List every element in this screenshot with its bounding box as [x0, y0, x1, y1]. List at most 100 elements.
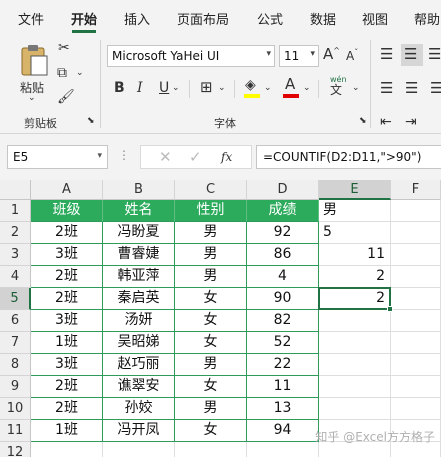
formula-input[interactable]: =COUNTIF(D2:D11,">90")	[256, 145, 441, 169]
table-cell[interactable]: 男	[175, 222, 247, 244]
name-box[interactable]: E5 ▾	[7, 145, 108, 169]
tab-help[interactable]: 帮助	[414, 9, 440, 28]
grid-cell[interactable]	[391, 288, 441, 310]
table-cell[interactable]: 女	[175, 332, 247, 354]
table-cell[interactable]: 韩亚萍	[103, 266, 175, 288]
row-header-8[interactable]: 8	[0, 354, 31, 376]
table-header-cell[interactable]: 成绩	[247, 200, 319, 222]
grid-cell[interactable]	[319, 332, 391, 354]
grid-cell[interactable]	[391, 398, 441, 420]
align-top-icon[interactable]: ☰	[380, 47, 393, 62]
column-header-c[interactable]: C	[175, 180, 247, 200]
table-cell[interactable]: 男	[175, 354, 247, 376]
table-cell[interactable]: 22	[247, 354, 319, 376]
decrease-indent-icon[interactable]: ⇤	[380, 115, 392, 129]
row-header-2[interactable]: 2	[0, 222, 31, 244]
chevron-down-icon[interactable]: ⌄	[218, 84, 226, 93]
grid-cell[interactable]	[391, 200, 441, 222]
grid-cell[interactable]	[319, 376, 391, 398]
table-cell[interactable]: 秦启英	[103, 288, 175, 310]
phonetic-guide-icon[interactable]: wén 文	[330, 76, 347, 97]
table-cell[interactable]: 赵巧丽	[103, 354, 175, 376]
chevron-down-icon[interactable]: ⌄	[172, 84, 180, 93]
font-color-icon[interactable]: A	[285, 77, 295, 92]
column-header-d[interactable]: D	[247, 180, 319, 200]
grid-cell[interactable]	[319, 354, 391, 376]
column-e-cell[interactable]: 男	[319, 200, 391, 222]
table-cell[interactable]: 52	[247, 332, 319, 354]
table-cell[interactable]: 女	[175, 420, 247, 442]
row-header-9[interactable]: 9	[0, 376, 31, 398]
shrink-font-icon[interactable]: Aˇ	[346, 49, 358, 63]
align-right-icon[interactable]: ☰	[430, 81, 441, 96]
tab-insert[interactable]: 插入	[124, 9, 150, 28]
table-cell[interactable]: 1班	[31, 332, 103, 354]
table-cell[interactable]: 男	[175, 398, 247, 420]
column-header-e[interactable]: E	[319, 180, 391, 200]
row-header-7[interactable]: 7	[0, 332, 31, 354]
tab-view[interactable]: 视图	[362, 9, 388, 28]
table-cell[interactable]: 3班	[31, 244, 103, 266]
table-cell[interactable]: 13	[247, 398, 319, 420]
tab-page-layout[interactable]: 页面布局	[177, 9, 229, 28]
table-header-cell[interactable]: 性别	[175, 200, 247, 222]
table-cell[interactable]: 4	[247, 266, 319, 288]
grid-cell[interactable]	[247, 442, 319, 457]
grid-cell[interactable]	[319, 310, 391, 332]
tab-formulas[interactable]: 公式	[257, 9, 283, 28]
cancel-icon[interactable]: ✕	[159, 148, 172, 166]
insert-function-button[interactable]: fx	[221, 150, 232, 164]
table-cell[interactable]: 吴昭娣	[103, 332, 175, 354]
grid-cell[interactable]	[391, 222, 441, 244]
row-header-11[interactable]: 11	[0, 420, 31, 442]
table-cell[interactable]: 2班	[31, 266, 103, 288]
table-cell[interactable]: 汤妍	[103, 310, 175, 332]
column-header-f[interactable]: F	[391, 180, 441, 200]
table-cell[interactable]: 82	[247, 310, 319, 332]
table-cell[interactable]: 谯翠安	[103, 376, 175, 398]
grid-cell[interactable]	[175, 442, 247, 457]
row-header-3[interactable]: 3	[0, 244, 31, 266]
row-header-10[interactable]: 10	[0, 398, 31, 420]
table-header-cell[interactable]: 姓名	[103, 200, 175, 222]
grid-cell[interactable]	[391, 266, 441, 288]
table-cell[interactable]: 2班	[31, 398, 103, 420]
grid-cell[interactable]	[391, 244, 441, 266]
chevron-down-icon[interactable]: ⌄	[264, 84, 272, 93]
table-cell[interactable]: 11	[247, 376, 319, 398]
table-cell[interactable]: 冯开凤	[103, 420, 175, 442]
align-bottom-icon[interactable]: ☰	[428, 47, 441, 62]
paste-button[interactable]: 粘贴 ⌄	[12, 41, 56, 111]
chevron-down-icon[interactable]: ⌄	[76, 69, 84, 78]
italic-button[interactable]: I	[137, 81, 143, 95]
grid-cell[interactable]	[31, 442, 103, 457]
row-header-1[interactable]: 1	[0, 200, 31, 222]
column-header-b[interactable]: B	[103, 180, 175, 200]
table-cell[interactable]: 孙姣	[103, 398, 175, 420]
dialog-launcher-icon[interactable]: ⬊	[359, 117, 367, 126]
fill-handle[interactable]	[387, 306, 393, 312]
table-header-cell[interactable]: 班级	[31, 200, 103, 222]
table-cell[interactable]: 男	[175, 266, 247, 288]
copy-icon[interactable]: ⧉	[57, 66, 67, 80]
tab-home[interactable]: 开始	[71, 9, 97, 28]
column-e-cell[interactable]: 2	[319, 266, 391, 288]
row-header-6[interactable]: 6	[0, 310, 31, 332]
align-center-icon[interactable]: ☰	[405, 81, 418, 96]
grid-cell[interactable]	[391, 354, 441, 376]
table-cell[interactable]: 女	[175, 310, 247, 332]
table-cell[interactable]: 女	[175, 288, 247, 310]
column-e-cell[interactable]: 5	[319, 222, 391, 244]
table-cell[interactable]: 94	[247, 420, 319, 442]
table-cell[interactable]: 1班	[31, 420, 103, 442]
table-cell[interactable]: 3班	[31, 354, 103, 376]
tab-data[interactable]: 数据	[310, 9, 336, 28]
font-name-combo[interactable]: Microsoft YaHei UI ▾	[107, 45, 275, 67]
underline-button[interactable]: U	[159, 81, 169, 95]
row-header-12[interactable]: 12	[0, 442, 31, 457]
dialog-launcher-icon[interactable]: ⬊	[87, 117, 95, 126]
cut-icon[interactable]: ✂	[58, 41, 70, 55]
grid-cell[interactable]	[391, 332, 441, 354]
align-left-icon[interactable]: ☰	[380, 81, 393, 96]
increase-indent-icon[interactable]: ⇥	[405, 115, 417, 129]
